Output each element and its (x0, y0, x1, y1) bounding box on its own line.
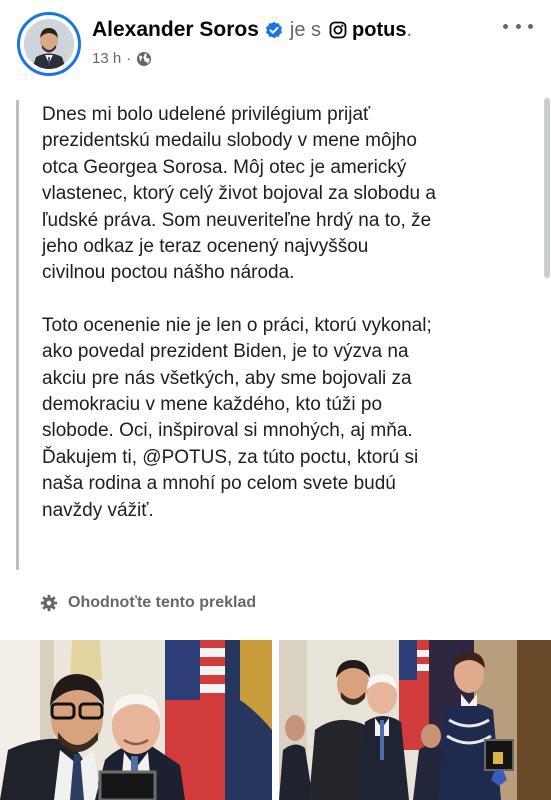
post-text: Dnes mi bolo udelené privilégium prijať … (42, 102, 512, 524)
quote-bar (16, 100, 19, 570)
avatar-image (24, 19, 74, 69)
meta-separator: · (126, 50, 132, 67)
tagged-account-link[interactable]: potus (352, 19, 406, 42)
with-text: je s (289, 18, 322, 41)
post-timestamp[interactable]: 13 h (92, 50, 121, 67)
gear-icon (40, 594, 58, 612)
more-options-icon[interactable] (503, 16, 533, 36)
author-line: Alexander Soros je s potus . (92, 16, 412, 44)
photo-gallery (0, 640, 551, 800)
tagged-suffix: . (406, 18, 413, 41)
photo-1[interactable] (0, 640, 272, 800)
post-header: Alexander Soros je s potus . 13 h · (0, 0, 551, 90)
rate-translation-label: Ohodnoťte tento preklad (68, 594, 257, 611)
post-paragraph-1: Dnes mi bolo udelené privilégium prijať … (42, 104, 436, 284)
verified-badge-icon (265, 21, 282, 39)
instagram-icon (329, 21, 347, 39)
post-paragraph-2: Toto ocenenie nie je len o práci, ktorú … (42, 314, 432, 521)
scrollbar[interactable] (544, 98, 550, 278)
post-meta: 13 h · (92, 50, 152, 67)
author-name[interactable]: Alexander Soros (92, 18, 259, 42)
globe-icon (137, 51, 152, 66)
avatar[interactable] (17, 12, 81, 76)
photo-2[interactable] (279, 640, 551, 800)
rate-translation-button[interactable]: Ohodnoťte tento preklad (40, 594, 256, 612)
